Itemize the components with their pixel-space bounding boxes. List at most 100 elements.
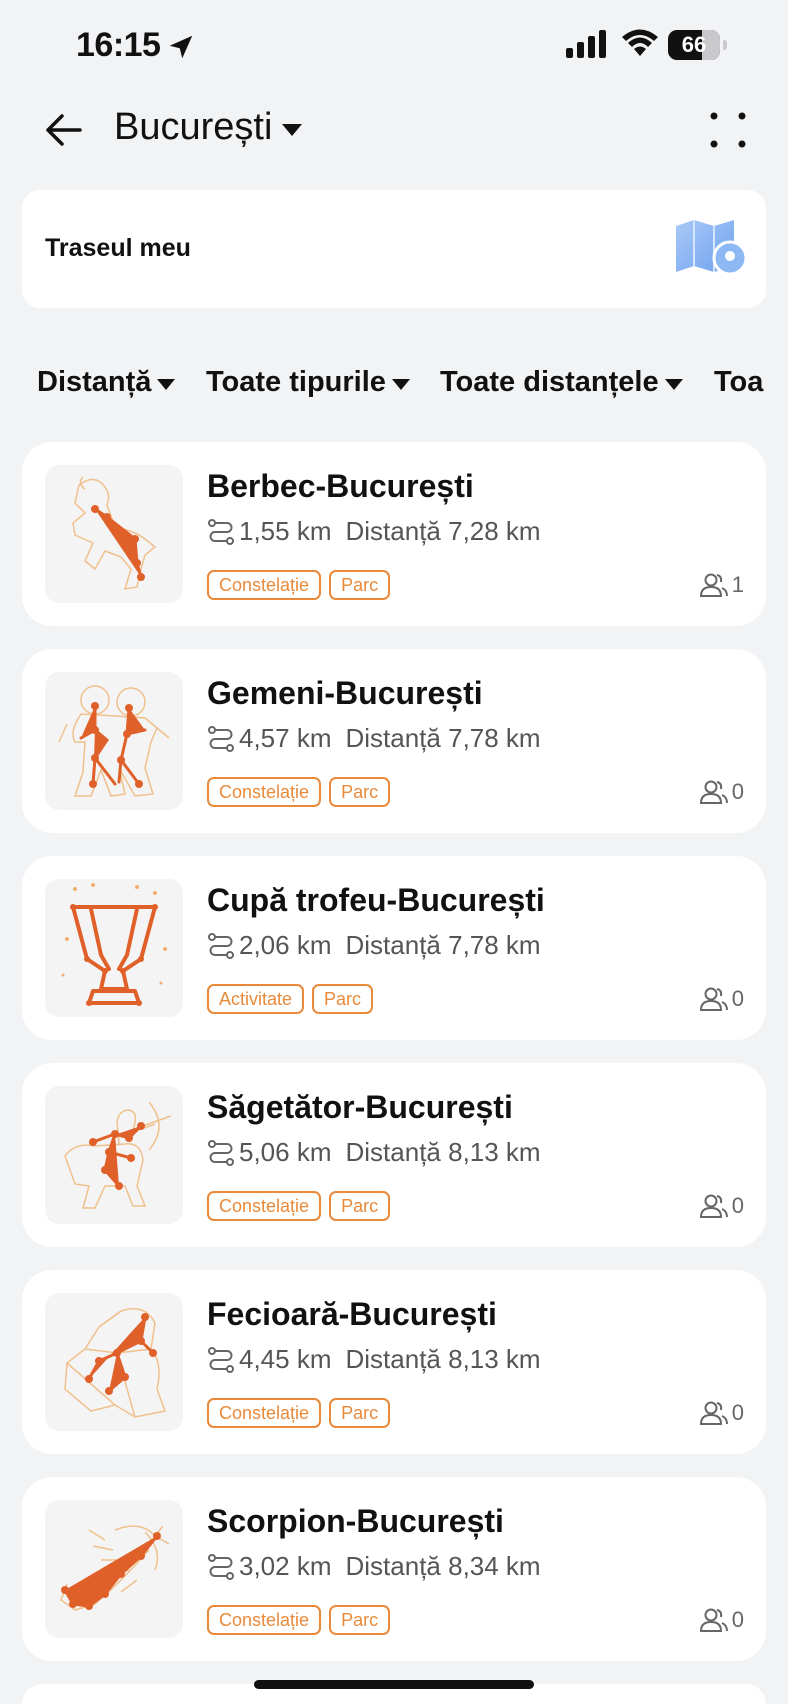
virgo-constellation-icon — [45, 1293, 183, 1431]
participant-count: 0 — [731, 1193, 744, 1218]
tag: Parc — [312, 984, 374, 1014]
tag: Constelație — [207, 1605, 322, 1635]
participant-count: 0 — [731, 986, 744, 1011]
participant-count: 0 — [731, 779, 744, 804]
route-title: Cupă trofeu-București — [207, 882, 545, 918]
wifi-icon — [622, 29, 658, 56]
route-meta: 2,06 km Distanță 7,78 km — [207, 930, 541, 961]
city-selector[interactable]: București — [114, 106, 303, 149]
trophy-cup-icon — [45, 879, 183, 1017]
route-card[interactable]: Săgetător-București 5,06 km Distanță 8,1… — [22, 1063, 766, 1247]
route-distance: Distanță 8,13 km — [345, 1137, 541, 1167]
route-icon — [208, 1553, 234, 1580]
route-icon — [208, 725, 234, 752]
chevron-down-icon — [282, 123, 303, 136]
filter-more[interactable]: Toa — [714, 366, 763, 399]
route-icon — [208, 932, 234, 959]
status-bar: 16:15 66 — [0, 0, 788, 92]
route-title: Scorpion-București — [207, 1503, 504, 1539]
route-tags: Constelație Parc — [207, 777, 398, 807]
route-distance: Distanță 7,28 km — [345, 516, 541, 546]
users-icon — [699, 987, 728, 1011]
participants: 0 — [699, 986, 744, 1012]
route-title: Berbec-București — [207, 468, 474, 504]
filter-label: Distanță — [37, 366, 152, 398]
route-card[interactable]: Scorpion-București 3,02 km Distanță 8,34… — [22, 1477, 766, 1661]
scorpio-constellation-icon — [45, 1500, 183, 1638]
more-options-icon[interactable] — [708, 110, 748, 150]
route-meta: 1,55 km Distanță 7,28 km — [207, 516, 541, 547]
route-title: Fecioară-București — [207, 1296, 497, 1332]
route-title: Gemeni-București — [207, 675, 483, 711]
participants: 0 — [699, 1400, 744, 1426]
tag: Parc — [329, 1398, 391, 1428]
route-tags: Constelație Parc — [207, 1605, 398, 1635]
route-tags: Constelație Parc — [207, 570, 398, 600]
route-distance: Distanță 8,34 km — [345, 1551, 541, 1581]
route-meta: 5,06 km Distanță 8,13 km — [207, 1137, 541, 1168]
route-meta: 4,57 km Distanță 7,78 km — [207, 723, 541, 754]
my-route-card[interactable]: Traseul meu — [22, 190, 766, 308]
route-title: Săgetător-București — [207, 1089, 513, 1125]
tag: Parc — [329, 570, 391, 600]
route-card[interactable]: Gemeni-București 4,57 km Distanță 7,78 k… — [22, 649, 766, 833]
route-length: 2,06 km — [239, 930, 332, 960]
route-length: 3,02 km — [239, 1551, 332, 1581]
route-card[interactable]: Fecioară-București 4,45 km Distanță 8,13… — [22, 1270, 766, 1454]
route-tags: Constelație Parc — [207, 1191, 398, 1221]
route-length: 4,45 km — [239, 1344, 332, 1374]
tag: Constelație — [207, 777, 322, 807]
nav-bar: București — [0, 92, 788, 192]
cellular-signal-icon — [566, 30, 606, 58]
tag: Activitate — [207, 984, 305, 1014]
route-tags: Activitate Parc — [207, 984, 381, 1014]
chevron-down-icon — [391, 379, 410, 390]
my-route-label: Traseul meu — [45, 234, 191, 262]
home-indicator[interactable] — [254, 1680, 534, 1689]
users-icon — [699, 1194, 728, 1218]
participant-count: 0 — [731, 1607, 744, 1632]
route-icon — [208, 518, 234, 545]
map-pin-icon — [676, 220, 748, 276]
tag: Constelație — [207, 1191, 322, 1221]
tag: Parc — [329, 777, 391, 807]
chevron-down-icon — [157, 379, 176, 390]
participant-count: 1 — [731, 572, 744, 597]
tag: Constelație — [207, 1398, 322, 1428]
tag: Constelație — [207, 570, 322, 600]
participants: 1 — [699, 572, 744, 598]
users-icon — [699, 1608, 728, 1632]
tag: Parc — [329, 1191, 391, 1221]
sagittarius-constellation-icon — [45, 1086, 183, 1224]
route-icon — [208, 1346, 234, 1373]
route-length: 1,55 km — [239, 516, 332, 546]
route-distance: Distanță 7,78 km — [345, 930, 541, 960]
chevron-down-icon — [664, 379, 683, 390]
back-arrow-icon[interactable] — [40, 106, 88, 154]
route-tags: Constelație Parc — [207, 1398, 398, 1428]
route-distance: Distanță 8,13 km — [345, 1344, 541, 1374]
filter-row: Distanță Toate tipurile Toate distanțele… — [0, 366, 788, 416]
participants: 0 — [699, 1607, 744, 1633]
users-icon — [699, 780, 728, 804]
gemini-constellation-icon — [45, 672, 183, 810]
page-title: București — [114, 106, 273, 148]
route-length: 5,06 km — [239, 1137, 332, 1167]
route-card[interactable]: Cupă trofeu-București 2,06 km Distanță 7… — [22, 856, 766, 1040]
battery-level: 66 — [681, 32, 707, 57]
filter-type[interactable]: Toate tipurile — [206, 366, 410, 399]
filter-label: Toate tipurile — [206, 366, 386, 398]
filter-distance-range[interactable]: Toate distanțele — [440, 366, 683, 399]
location-arrow-icon — [169, 35, 193, 59]
aries-constellation-icon — [45, 465, 183, 603]
users-icon — [699, 1401, 728, 1425]
participants: 0 — [699, 1193, 744, 1219]
users-icon — [699, 573, 728, 597]
tag: Parc — [329, 1605, 391, 1635]
participants: 0 — [699, 779, 744, 805]
status-time: 16:15 — [76, 26, 161, 64]
filter-sort-distance[interactable]: Distanță — [37, 366, 176, 399]
route-card[interactable]: Berbec-București 1,55 km Distanță 7,28 k… — [22, 442, 766, 626]
route-meta: 4,45 km Distanță 8,13 km — [207, 1344, 541, 1375]
route-icon — [208, 1139, 234, 1166]
